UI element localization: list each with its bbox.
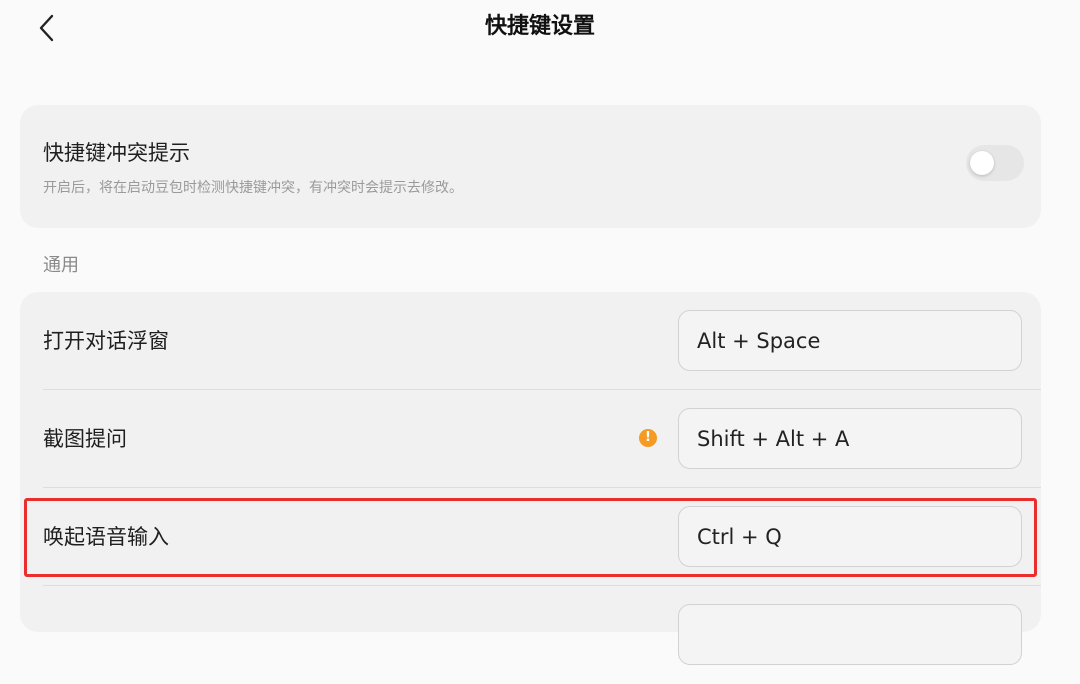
- shortcut-input[interactable]: Alt + Space: [678, 310, 1022, 371]
- conflict-description: 开启后，将在启动豆包时检测快捷键冲突，有冲突时会提示去修改。: [43, 180, 463, 196]
- shortcut-input[interactable]: Ctrl + Q: [678, 506, 1022, 567]
- warning-icon[interactable]: !: [639, 429, 657, 447]
- shortcut-input[interactable]: Shift + Alt + A: [678, 408, 1022, 469]
- conflict-toggle[interactable]: [966, 145, 1024, 181]
- shortcut-label: 打开对话浮窗: [43, 329, 169, 353]
- shortcut-row: 打开对话浮窗 Alt + Space: [20, 292, 1041, 390]
- general-shortcuts-card: 打开对话浮窗 Alt + Space 截图提问 ! Shift + Alt + …: [20, 292, 1041, 665]
- shortcut-label: 唤起语音输入: [43, 525, 169, 549]
- page-title: 快捷键设置: [484, 14, 595, 39]
- page-header: 快捷键设置: [0, 0, 1080, 56]
- conflict-title: 快捷键冲突提示: [43, 141, 190, 165]
- section-label-general: 通用: [43, 255, 79, 276]
- conflict-card: 快捷键冲突提示 开启后，将在启动豆包时检测快捷键冲突，有冲突时会提示去修改。: [20, 105, 1041, 228]
- shortcut-row: 截图提问 ! Shift + Alt + A: [20, 390, 1041, 488]
- shortcut-row: [20, 586, 1041, 684]
- shortcut-row: 唤起语音输入 Ctrl + Q: [20, 488, 1041, 586]
- toggle-knob: [970, 151, 994, 175]
- shortcut-label: 截图提问: [43, 427, 127, 451]
- shortcut-input[interactable]: [678, 604, 1022, 665]
